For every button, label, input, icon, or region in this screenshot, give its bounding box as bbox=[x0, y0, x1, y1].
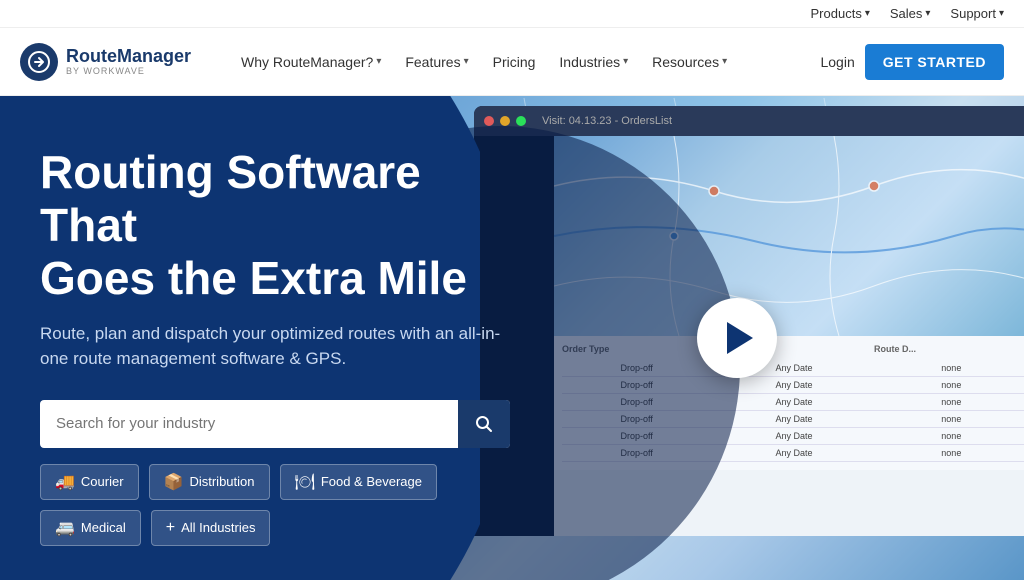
features-chevron: ▾ bbox=[464, 56, 469, 67]
logo-name: RouteManager bbox=[66, 47, 191, 67]
hero-content: Routing Software That Goes the Extra Mil… bbox=[0, 96, 550, 576]
products-label: Products bbox=[811, 6, 862, 21]
cell-route: none bbox=[877, 397, 1024, 407]
sales-label: Sales bbox=[890, 6, 923, 21]
cell-route: none bbox=[877, 380, 1024, 390]
pill-label: Food & Beverage bbox=[321, 474, 422, 489]
hero-title: Routing Software That Goes the Extra Mil… bbox=[40, 146, 510, 305]
industries-chevron: ▾ bbox=[623, 56, 628, 67]
logo-icon bbox=[20, 43, 58, 81]
industry-pill-distribution[interactable]: 📦 Distribution bbox=[149, 464, 270, 500]
cell-eligibility: Any Date bbox=[719, 431, 868, 441]
cell-route: none bbox=[877, 448, 1024, 458]
cell-eligibility: Any Date bbox=[719, 380, 868, 390]
support-label: Support bbox=[950, 6, 996, 21]
pill-icon: 📦 bbox=[164, 472, 184, 492]
industry-pill-medical[interactable]: 🚐 Medical bbox=[40, 510, 141, 546]
industry-pill-food-&-beverage[interactable]: 🍽 Food & Beverage bbox=[280, 464, 438, 500]
nav-industries[interactable]: Industries ▾ bbox=[549, 46, 638, 78]
nav-links: Why RouteManager? ▾ Features ▾ Pricing I… bbox=[231, 46, 810, 78]
cell-eligibility: Any Date bbox=[719, 397, 868, 407]
play-icon bbox=[727, 322, 753, 354]
top-bar-support[interactable]: Support ▾ bbox=[950, 6, 1004, 21]
sales-chevron: ▾ bbox=[925, 8, 930, 19]
search-input[interactable] bbox=[40, 415, 458, 432]
col-header-3: Route D... bbox=[874, 344, 1024, 354]
cell-route: none bbox=[877, 363, 1024, 373]
top-bar-products[interactable]: Products ▾ bbox=[811, 6, 870, 21]
pill-label: All Industries bbox=[181, 520, 255, 535]
cell-eligibility: Any Date bbox=[719, 414, 868, 424]
cell-route: none bbox=[877, 414, 1024, 424]
hero-subtitle: Route, plan and dispatch your optimized … bbox=[40, 321, 510, 372]
pill-icon: 🚚 bbox=[55, 472, 75, 492]
pill-label: Medical bbox=[81, 520, 126, 535]
hero-section: Visit: 04.13.23 - OrdersList bbox=[0, 96, 1024, 580]
support-chevron: ▾ bbox=[999, 8, 1004, 19]
industry-pill-all-industries[interactable]: + All Industries bbox=[151, 510, 271, 546]
top-bar: Products ▾ Sales ▾ Support ▾ bbox=[0, 0, 1024, 28]
industry-pill-courier[interactable]: 🚚 Courier bbox=[40, 464, 139, 500]
top-bar-sales[interactable]: Sales ▾ bbox=[890, 6, 931, 21]
nav-why-routemanager[interactable]: Why RouteManager? ▾ bbox=[231, 46, 391, 78]
navbar: RouteManager BY WORKWAVE Why RouteManage… bbox=[0, 28, 1024, 96]
pill-label: Courier bbox=[81, 474, 124, 489]
cell-route: none bbox=[877, 431, 1024, 441]
search-icon bbox=[474, 414, 494, 434]
get-started-button[interactable]: GET STARTED bbox=[865, 44, 1004, 80]
app-title-bar: Visit: 04.13.23 - OrdersList bbox=[542, 115, 672, 127]
search-bar bbox=[40, 400, 510, 448]
pill-icon: 🚐 bbox=[55, 518, 75, 538]
why-chevron: ▾ bbox=[376, 56, 381, 67]
products-chevron: ▾ bbox=[865, 8, 870, 19]
pill-icon: + bbox=[166, 519, 175, 537]
cell-eligibility: Any Date bbox=[719, 448, 868, 458]
play-button[interactable] bbox=[697, 298, 777, 378]
nav-login[interactable]: Login bbox=[810, 46, 864, 78]
logo[interactable]: RouteManager BY WORKWAVE bbox=[20, 43, 191, 81]
nav-features[interactable]: Features ▾ bbox=[395, 46, 478, 78]
nav-resources[interactable]: Resources ▾ bbox=[642, 46, 737, 78]
pill-icon: 🍽 bbox=[295, 472, 315, 492]
search-button[interactable] bbox=[458, 400, 510, 448]
nav-pricing[interactable]: Pricing bbox=[483, 46, 546, 78]
logo-sub: BY WORKWAVE bbox=[66, 66, 191, 76]
resources-chevron: ▾ bbox=[722, 56, 727, 67]
logo-text: RouteManager BY WORKWAVE bbox=[66, 47, 191, 77]
app-topbar: Visit: 04.13.23 - OrdersList bbox=[474, 106, 1024, 136]
industry-pills: 🚚 Courier 📦 Distribution 🍽 Food & Beverage 🚐 Me… bbox=[40, 464, 510, 546]
pill-label: Distribution bbox=[189, 474, 254, 489]
